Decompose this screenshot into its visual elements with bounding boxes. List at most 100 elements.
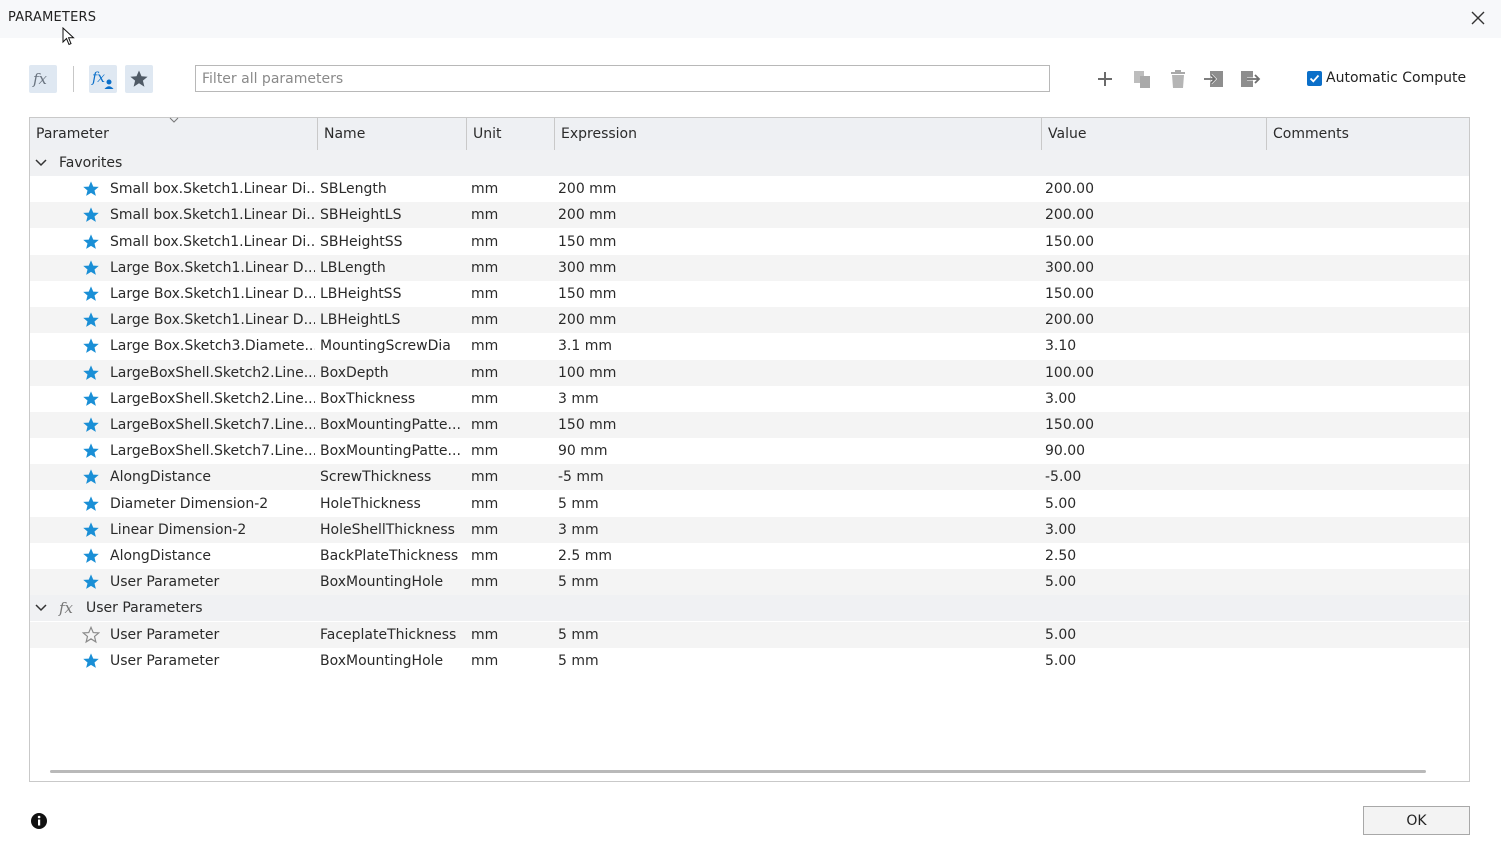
table-row[interactable]: AlongDistance BackPlateThickness mm 2.5 mm 2… [30, 543, 1469, 569]
close-button[interactable] [1463, 4, 1493, 32]
favorites-filter-button[interactable] [125, 65, 153, 93]
table-row[interactable]: Linear Dimension-2 HoleShellThickness mm 3 … [30, 516, 1469, 543]
favorite-star-icon[interactable] [82, 337, 100, 355]
chevron-down-icon[interactable] [34, 601, 48, 615]
favorite-star-icon[interactable] [82, 390, 100, 408]
cell-comments[interactable] [1270, 622, 1465, 648]
favorite-star-icon[interactable] [82, 652, 100, 670]
cell-name[interactable]: LBHeightLS [320, 307, 465, 333]
cell-expression[interactable]: 200 mm [558, 176, 1038, 202]
cell-comments[interactable] [1270, 491, 1465, 517]
table-row[interactable]: Large Box.Sketch1.Linear D... LBHeightSS m… [30, 281, 1469, 307]
cell-expression[interactable]: 5 mm [558, 569, 1038, 595]
cell-comments[interactable] [1270, 464, 1465, 490]
cell-name[interactable]: BoxMountingHole [320, 648, 465, 674]
table-row[interactable]: User Parameter BoxMountingHole mm 5 mm 5.00 [30, 648, 1469, 674]
automatic-compute-toggle[interactable]: Automatic Compute [1307, 70, 1466, 86]
cell-expression[interactable]: 100 mm [558, 360, 1038, 386]
favorite-star-icon[interactable] [82, 364, 100, 382]
table-row[interactable]: Large Box.Sketch1.Linear D... LBHeightLS m… [30, 307, 1469, 334]
cell-name[interactable]: SBLength [320, 176, 465, 202]
cell-name[interactable]: SBHeightLS [320, 202, 465, 228]
table-row[interactable]: Small box.Sketch1.Linear Di... SBLength mm… [30, 176, 1469, 202]
cell-comments[interactable] [1270, 648, 1465, 674]
cell-name[interactable]: BoxMountingPatte... [320, 412, 465, 438]
cell-name[interactable]: BoxDepth [320, 360, 465, 386]
cell-comments[interactable] [1270, 307, 1465, 333]
favorite-star-icon[interactable] [82, 311, 100, 329]
cell-comments[interactable] [1270, 360, 1465, 386]
cell-comments[interactable] [1270, 176, 1465, 202]
favorite-star-icon[interactable] [82, 285, 100, 303]
favorite-star-icon[interactable] [82, 573, 100, 591]
cell-expression[interactable]: 200 mm [558, 202, 1038, 228]
favorite-star-icon[interactable] [82, 259, 100, 277]
table-row[interactable]: LargeBoxShell.Sketch7.Line... BoxMounting… [30, 412, 1469, 438]
group-row-favorites[interactable]: Favorites [30, 150, 1469, 176]
import-button[interactable] [1200, 65, 1228, 93]
column-header-expression[interactable]: Expression [555, 118, 1042, 150]
cell-comments[interactable] [1270, 543, 1465, 569]
cell-expression[interactable]: 5 mm [558, 648, 1038, 674]
cell-name[interactable]: BoxMountingHole [320, 569, 465, 595]
table-row[interactable]: Large Box.Sketch3.Diamete... MountingScre… [30, 333, 1469, 359]
chevron-down-icon[interactable] [34, 156, 48, 170]
favorite-star-icon[interactable] [82, 180, 100, 198]
cell-comments[interactable] [1270, 202, 1465, 228]
cell-comments[interactable] [1270, 517, 1465, 543]
cell-comments[interactable] [1270, 412, 1465, 438]
favorite-star-icon[interactable] [82, 521, 100, 539]
filter-input[interactable] [195, 65, 1050, 92]
favorite-star-icon[interactable] [82, 547, 100, 565]
cell-expression[interactable]: 5 mm [558, 491, 1038, 517]
cell-name[interactable]: BackPlateThickness [320, 543, 465, 569]
horizontal-scrollbar[interactable] [50, 770, 1426, 773]
cell-comments[interactable] [1270, 255, 1465, 281]
group-row-user-parameters[interactable]: fx User Parameters [30, 595, 1469, 622]
cell-name[interactable]: LBLength [320, 255, 465, 281]
user-parameters-button[interactable]: fx [89, 65, 117, 93]
cell-expression[interactable]: 150 mm [558, 229, 1038, 255]
automatic-compute-checkbox[interactable] [1307, 70, 1322, 86]
cell-expression[interactable]: 90 mm [558, 438, 1038, 464]
table-row[interactable]: Diameter Dimension-2 HoleThickness mm 5 mm 5… [30, 491, 1469, 517]
table-row[interactable]: User Parameter BoxMountingHole mm 5 mm 5.00 [30, 569, 1469, 596]
favorite-star-icon[interactable] [82, 206, 100, 224]
favorite-star-icon[interactable] [82, 233, 100, 251]
cell-comments[interactable] [1270, 281, 1465, 307]
cell-name[interactable]: HoleShellThickness [320, 517, 465, 543]
cell-expression[interactable]: 3 mm [558, 386, 1038, 412]
column-header-comments[interactable]: Comments [1267, 118, 1469, 150]
cell-name[interactable]: SBHeightSS [320, 229, 465, 255]
delete-parameter-button[interactable] [1164, 65, 1192, 93]
ok-button[interactable]: OK [1363, 806, 1470, 835]
cell-comments[interactable] [1270, 438, 1465, 464]
favorite-star-icon[interactable] [82, 416, 100, 434]
cell-expression[interactable]: 200 mm [558, 307, 1038, 333]
table-row[interactable]: LargeBoxShell.Sketch2.Line... BoxDepth mm 1… [30, 359, 1469, 386]
unfavorite-star-icon[interactable] [82, 625, 100, 644]
cell-expression[interactable]: 150 mm [558, 281, 1038, 307]
cell-comments[interactable] [1270, 333, 1465, 359]
cell-name[interactable]: ScrewThickness [320, 464, 465, 490]
cell-expression[interactable]: 150 mm [558, 412, 1038, 438]
cell-expression[interactable]: 300 mm [558, 255, 1038, 281]
favorite-star-icon[interactable] [82, 468, 100, 486]
cell-comments[interactable] [1270, 569, 1465, 595]
cell-expression[interactable]: 5 mm [558, 622, 1038, 648]
table-row[interactable]: Small box.Sketch1.Linear Di... SBHeightSS… [30, 229, 1469, 255]
favorite-star-icon[interactable] [82, 442, 100, 460]
cell-name[interactable]: BoxThickness [320, 386, 465, 412]
table-row[interactable]: Small box.Sketch1.Linear Di... SBHeightLS… [30, 202, 1469, 229]
cell-name[interactable]: FaceplateThickness [320, 622, 465, 648]
cell-name[interactable]: LBHeightSS [320, 281, 465, 307]
table-row[interactable]: User Parameter FaceplateThickness mm 5 mm 5.… [30, 621, 1469, 648]
cell-name[interactable]: HoleThickness [320, 491, 465, 517]
cell-comments[interactable] [1270, 386, 1465, 412]
cell-expression[interactable]: -5 mm [558, 464, 1038, 490]
cell-name[interactable]: MountingScrewDia [320, 333, 465, 359]
favorite-star-icon[interactable] [82, 495, 100, 513]
cell-expression[interactable]: 2.5 mm [558, 543, 1038, 569]
table-row[interactable]: AlongDistance ScrewThickness mm -5 mm -5.00 [30, 464, 1469, 491]
cell-expression[interactable]: 3 mm [558, 517, 1038, 543]
